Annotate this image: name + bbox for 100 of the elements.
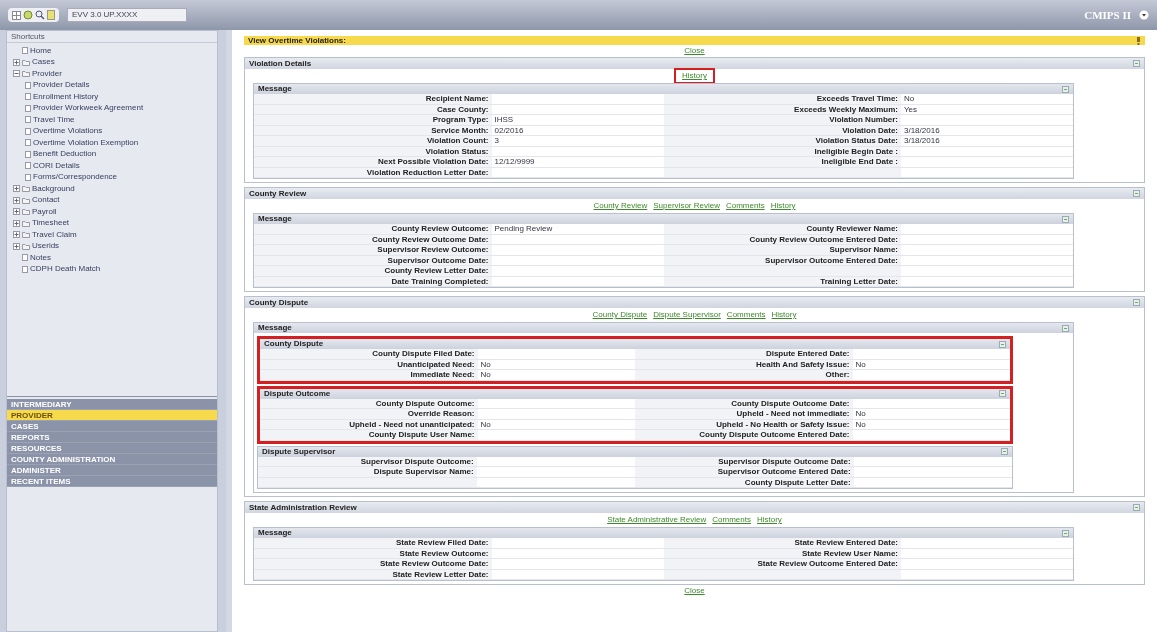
collapse-icon[interactable] [1062,529,1069,537]
close-link[interactable]: Close [684,585,705,597]
field-label: Exceeds Weekly Maximum: [663,104,901,114]
collapse-icon[interactable] [1062,85,1069,93]
panel-title: Dispute Outcome [264,388,331,399]
collapse-icon[interactable] [1133,299,1140,306]
panel-title: County Dispute [264,339,324,349]
collapse-icon[interactable] [999,390,1006,397]
field-label: Immediate Need: [260,370,478,380]
collapse-icon[interactable] [1133,504,1140,511]
link[interactable]: Comments [725,200,765,212]
tree-item[interactable]: Background [32,182,75,195]
expand-icon[interactable] [13,219,20,227]
field-label: Violation Date: [663,125,901,135]
expand-icon[interactable] [13,58,20,66]
field-label: Violation Count: [254,136,492,146]
link[interactable]: County Review [593,200,648,212]
field-label: County Review Outcome: [254,224,492,234]
tree-item[interactable]: Cases [32,56,55,69]
tree-item[interactable]: Contact [32,194,60,207]
field-label: Violation Status: [254,146,492,156]
nav-item[interactable]: RESOURCES [7,443,217,454]
tree-item[interactable]: Travel Claim [32,228,77,241]
expand-icon[interactable] [13,208,20,216]
search-icon[interactable] [35,10,45,20]
tree-item[interactable]: Benefit Deduction [33,148,97,161]
collapse-icon[interactable] [1062,324,1069,332]
section-title: County Review [249,188,307,199]
field-label: Case County: [254,104,492,114]
toolbar-field[interactable]: EVV 3.0 UP.XXXX [67,8,187,22]
dropdown-icon[interactable] [1139,10,1149,20]
tree-item[interactable]: CORI Details [33,159,80,172]
sidebar-title: Shortcuts [7,31,217,43]
nav-item[interactable]: INTERMEDIARY [7,399,217,410]
page-icon[interactable] [22,47,28,55]
grid-icon[interactable] [12,10,21,20]
nav-item[interactable]: COUNTY ADMINISTRATION [7,454,217,465]
collapse-icon[interactable] [1133,190,1140,197]
field-label: State Review Entered Date: [663,538,901,548]
tree-item[interactable]: Timesheet [32,217,70,230]
field-value: 12/12/9999 [494,157,535,166]
field-label: Next Possible Violation Date: [254,157,492,167]
page-title: View Overtime Violations: [248,35,346,46]
expand-icon[interactable] [13,242,20,250]
tree-item[interactable]: Home [30,44,52,57]
field-value: No [904,94,915,103]
tree-item[interactable]: Overtime Violation Exemption [33,136,139,149]
tree-item[interactable]: Provider Details [33,79,90,92]
link[interactable]: Supervisor Review [653,200,720,212]
tree-item[interactable]: Provider Workweek Agreement [33,102,144,115]
tree-item[interactable]: Travel Time [33,113,75,126]
link[interactable]: History [756,514,782,526]
tree-item[interactable]: Userids [32,240,60,253]
tree-item[interactable]: Enrollment History [33,90,99,103]
field-label: County Review Letter Date: [254,266,492,276]
collapse-icon[interactable] [1001,448,1008,455]
field-label: Upheld - Need not immediate: [635,409,853,419]
nav-item[interactable]: PROVIDER [7,410,217,421]
collapse-icon[interactable] [1133,60,1140,67]
field-value: Yes [904,104,918,114]
link[interactable]: County Dispute [592,309,648,321]
field-value: IHSS [494,115,514,124]
field-value: 3 [494,136,499,145]
link[interactable]: History [770,200,796,212]
field-label: State Review Outcome Entered Date: [663,559,901,569]
field-label: Supervisor Review Outcome: [254,245,492,255]
link[interactable]: State Administrative Review [607,514,707,526]
link[interactable]: Comments [726,309,766,321]
field-label: State Review Letter Date: [254,569,492,579]
field-label: Violation Reduction Letter Date: [254,167,492,177]
field-value: No [855,419,866,429]
field-value: No [480,419,491,429]
link[interactable]: History [771,309,797,321]
collapse-icon[interactable] [13,70,20,78]
nav-item[interactable]: REPORTS [7,432,217,443]
link[interactable]: Comments [712,514,751,526]
field-label: County Review Outcome Date: [254,234,492,244]
link[interactable]: Dispute Supervisor [653,309,721,321]
tree-item[interactable]: Provider [32,67,62,80]
close-link[interactable]: Close [684,45,705,57]
collapse-icon[interactable] [1062,215,1069,223]
field-label: County Dispute Filed Date: [260,349,478,359]
nav-item[interactable]: RECENT ITEMS [7,476,217,487]
field-label: Dispute Entered Date: [635,349,853,359]
tree-item[interactable]: Forms/Correspondence [33,171,118,184]
tree-item[interactable]: Overtime Violations [33,125,103,138]
field-label: Supervisor Name: [663,245,901,255]
expand-icon[interactable] [13,196,20,204]
tree-item[interactable]: Notes [30,251,51,264]
field-label: County Dispute Outcome: [260,398,478,408]
field-value: No [855,409,866,418]
panel-title: Message [258,323,292,333]
tree-item[interactable]: Payroll [32,205,57,218]
field-label: Supervisor Dispute Outcome: [258,456,477,466]
expand-icon[interactable] [13,231,20,239]
collapse-icon[interactable] [999,340,1006,348]
nav-item[interactable]: CASES [7,421,217,432]
expand-icon[interactable] [13,185,20,193]
nav-item[interactable]: ADMINISTER [7,465,217,476]
tree-item[interactable]: CDPH Death Match [30,263,101,276]
